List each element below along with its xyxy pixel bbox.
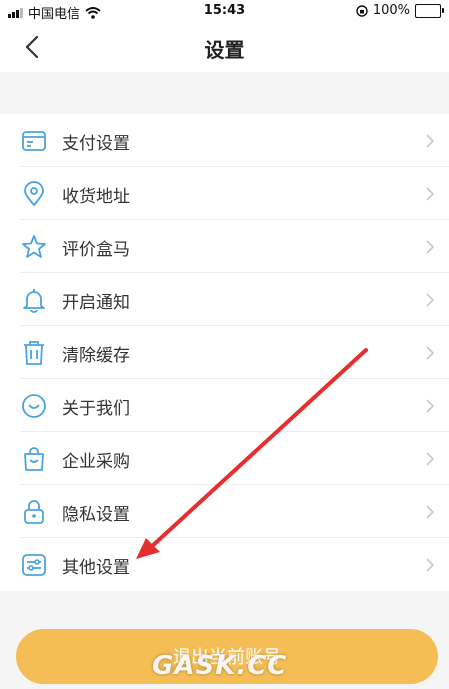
chevron-right-icon xyxy=(426,505,435,519)
settings-item-label: 支付设置 xyxy=(62,134,130,154)
settings-item-label: 收货地址 xyxy=(62,187,130,207)
page-title: 设置 xyxy=(204,38,245,62)
chevron-right-icon xyxy=(426,293,435,307)
battery-icon xyxy=(415,3,444,18)
settings-item-notifications[interactable]: 开启通知 xyxy=(0,273,449,326)
settings-item-label: 清除缓存 xyxy=(62,346,130,366)
card-icon xyxy=(22,131,46,151)
settings-item-label: 评价盒马 xyxy=(62,240,130,260)
chevron-right-icon xyxy=(426,187,435,201)
settings-item-procurement[interactable]: 企业采购 xyxy=(0,432,449,485)
chevron-right-icon xyxy=(426,452,435,466)
chevron-right-icon xyxy=(426,134,435,148)
orientation-lock-icon xyxy=(356,4,368,17)
settings-item-clear-cache[interactable]: 清除缓存 xyxy=(0,326,449,379)
settings-item-privacy[interactable]: 隐私设置 xyxy=(0,485,449,538)
chevron-right-icon xyxy=(426,346,435,360)
sliders-icon xyxy=(22,554,46,576)
settings-item-label: 关于我们 xyxy=(62,399,130,419)
settings-item-address[interactable]: 收货地址 xyxy=(0,167,449,220)
settings-list: 支付设置 收货地址 评价盒马 开启通知 清除缓存 关于我们 企业采购 隐私设置 … xyxy=(0,114,449,591)
settings-item-label: 开启通知 xyxy=(62,293,130,313)
settings-item-about[interactable]: 关于我们 xyxy=(0,379,449,432)
settings-item-label: 企业采购 xyxy=(62,452,130,472)
settings-item-other[interactable]: 其他设置 xyxy=(0,538,449,591)
battery-percent: 100% xyxy=(372,3,410,18)
nav-bar: 设置 xyxy=(0,22,449,72)
settings-item-payment[interactable]: 支付设置 xyxy=(0,114,449,167)
chevron-right-icon xyxy=(426,399,435,413)
chevron-right-icon xyxy=(426,240,435,254)
star-icon xyxy=(22,235,46,258)
status-bar: 中国电信 15:43 100% xyxy=(0,0,449,22)
watermark-text: GASK.CC xyxy=(152,651,288,681)
settings-item-label: 隐私设置 xyxy=(62,505,130,525)
settings-item-label: 其他设置 xyxy=(62,558,130,578)
watermark-logo: GASK.CC xyxy=(152,651,287,681)
smile-icon xyxy=(22,394,46,418)
status-right: 100% xyxy=(356,3,444,18)
settings-item-rate[interactable]: 评价盒马 xyxy=(0,220,449,273)
bell-icon xyxy=(23,289,45,313)
trash-icon xyxy=(24,341,44,365)
location-icon xyxy=(24,181,44,207)
lock-icon xyxy=(24,500,44,524)
chevron-right-icon xyxy=(426,558,435,572)
bag-icon xyxy=(24,447,44,471)
